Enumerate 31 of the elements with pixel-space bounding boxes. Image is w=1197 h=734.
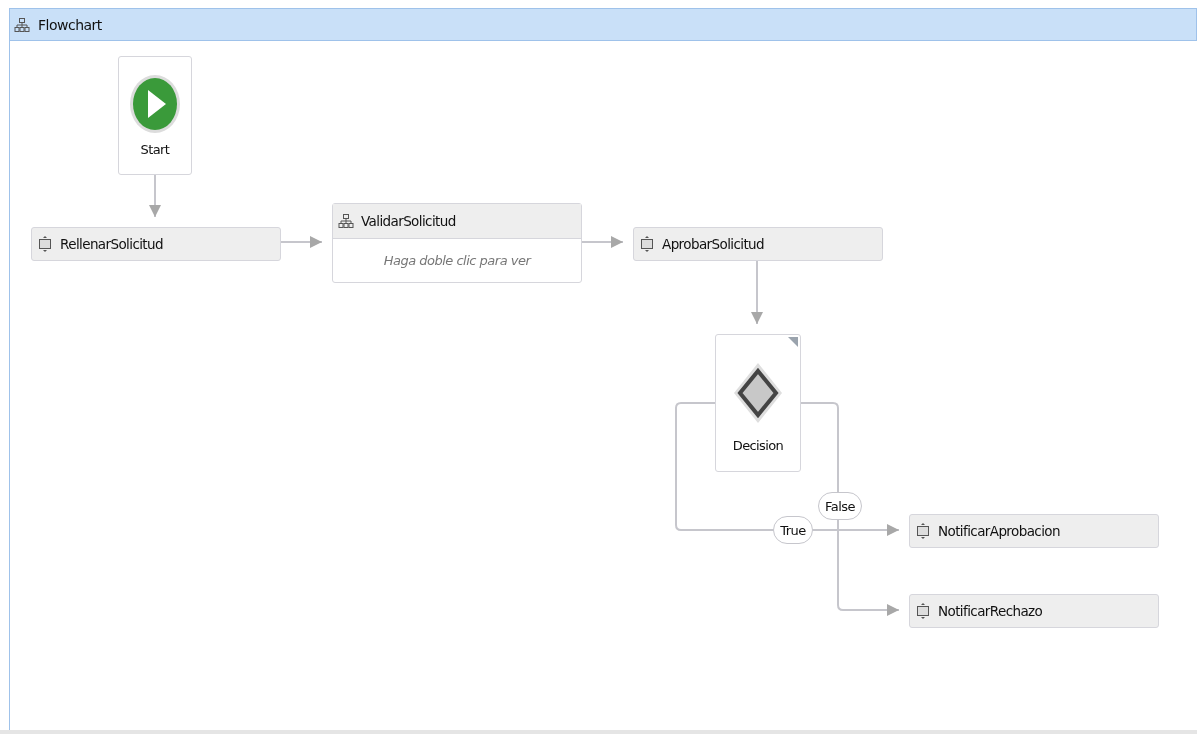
node-label: Decision bbox=[732, 438, 784, 453]
branch-label: True bbox=[773, 516, 813, 544]
connector-arrow bbox=[751, 260, 763, 325]
expand-hint: Haga doble clic para ver bbox=[383, 253, 531, 268]
activity-icon bbox=[915, 522, 931, 540]
activity-icon bbox=[915, 602, 931, 620]
activity-label: ValidarSolicitud bbox=[361, 213, 456, 229]
connector-arrow bbox=[280, 236, 323, 248]
hierarchy-icon bbox=[338, 213, 354, 229]
activity-label: AprobarSolicitud bbox=[662, 236, 765, 252]
window-title: Flowchart bbox=[38, 16, 102, 33]
corner-mark-icon bbox=[788, 337, 798, 347]
hierarchy-icon bbox=[14, 16, 30, 33]
activity-label: NotificarAprobacion bbox=[938, 523, 1060, 539]
activity-node[interactable]: AprobarSolicitud bbox=[633, 227, 883, 261]
decision-node[interactable]: Decision bbox=[715, 334, 801, 472]
activity-label: RellenarSolicitud bbox=[60, 236, 163, 252]
node-label: Start bbox=[140, 142, 170, 157]
activity-label: NotificarRechazo bbox=[938, 603, 1043, 619]
flowchart-activity[interactable]: ValidarSolicitud Haga doble clic para ver bbox=[332, 203, 582, 283]
branch-label: False bbox=[818, 492, 862, 520]
activity-icon bbox=[37, 235, 53, 253]
play-icon bbox=[129, 74, 181, 134]
connector-arrow bbox=[581, 236, 624, 248]
connector-arrow bbox=[149, 174, 161, 218]
activity-node[interactable]: NotificarRechazo bbox=[909, 594, 1159, 628]
start-node[interactable]: Start bbox=[118, 56, 192, 175]
activity-node[interactable]: NotificarAprobacion bbox=[909, 514, 1159, 548]
activity-icon bbox=[639, 235, 655, 253]
diamond-icon bbox=[733, 362, 783, 424]
activity-node[interactable]: RellenarSolicitud bbox=[31, 227, 281, 261]
